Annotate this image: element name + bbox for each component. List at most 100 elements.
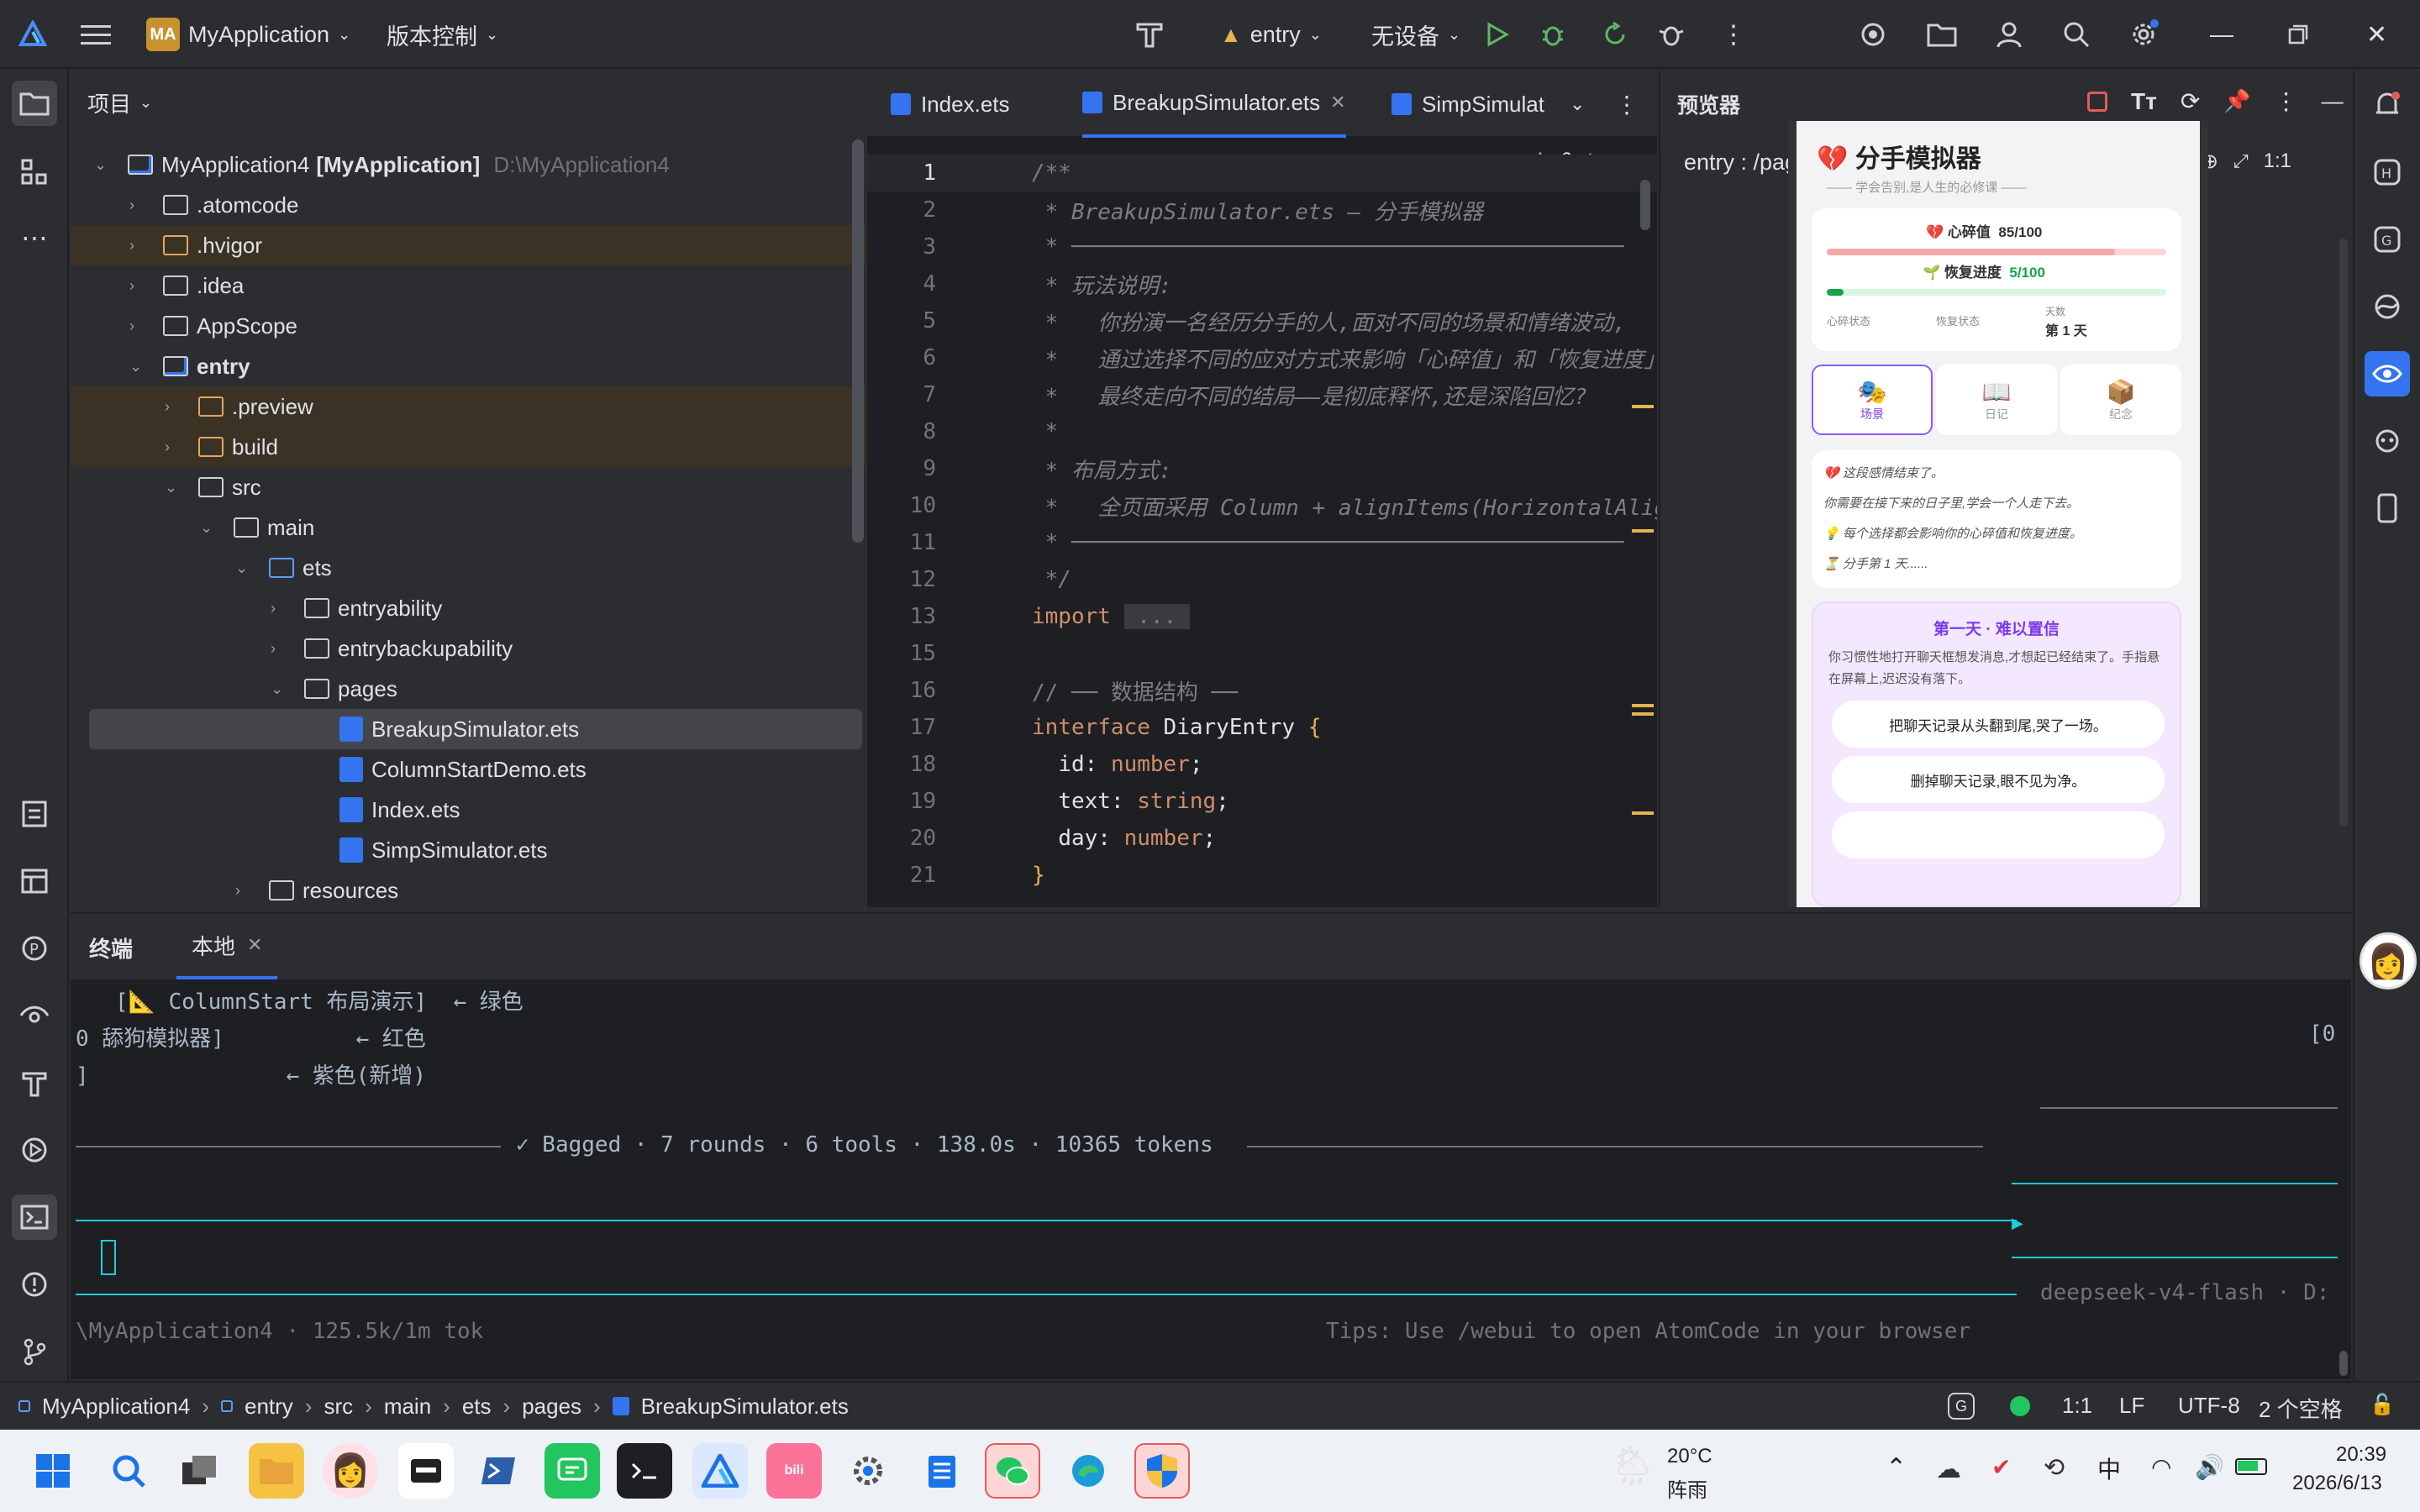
line-number[interactable]: 19 <box>867 789 943 814</box>
volume-icon[interactable]: 🔊 <box>2195 1453 2224 1481</box>
code-linter-eye-icon[interactable] <box>12 993 57 1038</box>
line-number[interactable]: 17 <box>867 715 943 740</box>
console-app-icon[interactable] <box>617 1443 672 1499</box>
line-number[interactable]: 3 <box>867 234 943 260</box>
problems-icon[interactable] <box>12 1262 57 1307</box>
cloud-sync-icon[interactable]: ☁ <box>1936 1455 1961 1484</box>
project-tool-folder-icon[interactable] <box>12 81 57 126</box>
clock-time[interactable]: 20:39 <box>2336 1443 2386 1467</box>
debug-icon[interactable] <box>1539 12 1566 57</box>
chat-app-icon[interactable] <box>544 1443 600 1499</box>
chevron-down-icon[interactable]: ⌄ <box>271 680 304 698</box>
chevron-right-icon[interactable]: › <box>129 197 163 214</box>
tab-scene[interactable]: 🎭 场景 <box>1812 365 1933 435</box>
ai-robot-icon[interactable] <box>2365 418 2410 464</box>
tree-item[interactable]: ⌄ main <box>71 507 865 548</box>
chevron-down-icon[interactable]: ⌄ <box>94 156 128 174</box>
choice-button-2[interactable]: 删掉聊天记录,眼不见为净。 <box>1832 756 2165 803</box>
tree-item[interactable]: ⌄ MyApplication4 [MyApplication] D:\MyAppl… <box>71 144 865 185</box>
zoom-ratio[interactable]: 1:1 <box>2264 150 2291 173</box>
tree-item[interactable]: SimpSimulator.ets <box>71 830 865 870</box>
line-number[interactable]: 6 <box>867 345 943 370</box>
weather-temp[interactable]: 20°C <box>1667 1445 1712 1468</box>
line-number[interactable]: 2 <box>867 197 943 223</box>
restore-icon[interactable] <box>2287 12 2309 57</box>
tree-item[interactable]: ⌄ src <box>71 467 865 507</box>
tab-index[interactable]: Index.ets <box>891 71 1010 138</box>
device-manager-phone-icon[interactable] <box>2365 486 2410 531</box>
line-number[interactable]: 11 <box>867 530 943 555</box>
line-number[interactable]: 7 <box>867 382 943 407</box>
more-icon[interactable]: ⋮ <box>2275 87 2298 115</box>
weather-desc[interactable]: 阵雨 <box>1667 1473 1707 1503</box>
tree-scrollbar[interactable] <box>852 139 864 543</box>
project-panel-header[interactable]: 项目 ⌄ <box>87 87 152 118</box>
project-switcher[interactable]: MA MyApplication ⌄ <box>146 12 350 57</box>
wifi-icon[interactable]: ◠ <box>2151 1453 2171 1481</box>
font-size-icon[interactable]: Tт <box>2131 88 2157 115</box>
settings-gear-icon[interactable] <box>840 1443 896 1499</box>
main-menu-icon[interactable] <box>81 12 111 57</box>
tree-item[interactable]: › AppScope <box>71 306 865 346</box>
tree-item[interactable]: › entryability <box>71 588 865 628</box>
tab-simp-simulator[interactable]: SimpSimulat <box>1392 71 1544 138</box>
close-tab-icon[interactable]: ✕ <box>1330 92 1345 113</box>
chevron-right-icon[interactable]: › <box>235 882 269 900</box>
pin-icon[interactable]: 📌 <box>2223 88 2250 114</box>
target-icon[interactable] <box>1859 12 1887 57</box>
terminal-icon[interactable] <box>12 1194 57 1240</box>
wechat-icon[interactable] <box>985 1443 1040 1499</box>
notepad-icon[interactable] <box>914 1443 970 1499</box>
run-config-selector[interactable]: ▲ entry ⌄ <box>1220 12 1322 57</box>
line-number[interactable]: 18 <box>867 752 943 777</box>
fullscreen-icon[interactable]: ⤢ <box>2233 150 2249 172</box>
tree-item[interactable]: ColumnStartDemo.ets <box>71 749 865 790</box>
chevron-up-icon[interactable]: ⌃ <box>1886 1453 1907 1483</box>
line-number[interactable]: 10 <box>867 493 943 518</box>
chevron-right-icon[interactable]: › <box>165 438 198 456</box>
device-preview-screen[interactable]: 💔 分手模拟器 —— 学会告别,是人生的必修课 —— 💔 心碎值 85/100 … <box>1788 121 2208 907</box>
task-view-icon[interactable] <box>171 1443 227 1499</box>
refresh-icon[interactable]: ⟳ <box>2181 87 2200 115</box>
terminal-scrollbar[interactable] <box>2339 1351 2348 1376</box>
terminal-input-cursor[interactable] <box>101 1240 116 1275</box>
status-ok-icon[interactable] <box>2010 1396 2030 1416</box>
app-logo-icon[interactable] <box>18 12 47 57</box>
assistant-avatar[interactable]: 👩 <box>2360 932 2417 990</box>
search-icon[interactable] <box>101 1443 156 1499</box>
indent-setting[interactable]: 2 个空格 <box>2259 1393 2343 1424</box>
line-number[interactable]: 15 <box>867 641 943 666</box>
tree-item[interactable]: › .preview <box>71 386 865 427</box>
avatar-app-icon[interactable]: 👩 <box>323 1443 378 1499</box>
weather-rain-icon[interactable]: 🌦 <box>1608 1443 1657 1489</box>
terminal-app-icon[interactable] <box>398 1443 454 1499</box>
clock-date[interactable]: 2026/6/13 <box>2292 1472 2382 1495</box>
tab-memorial[interactable]: 📦 纪念 <box>2060 365 2181 435</box>
line-number[interactable]: 12 <box>867 567 943 592</box>
tab-diary[interactable]: 📖 日记 <box>1936 365 2057 435</box>
codegenie-icon[interactable] <box>2365 284 2410 329</box>
chevron-down-icon[interactable]: ⌄ <box>129 358 163 375</box>
bilibili-icon[interactable]: bili <box>766 1443 822 1499</box>
line-number[interactable]: 9 <box>867 456 943 481</box>
choice-button-3[interactable] <box>1832 811 2165 858</box>
antivirus-icon[interactable]: ✔ <box>1991 1453 2011 1481</box>
stop-icon[interactable] <box>2087 91 2107 112</box>
line-number[interactable]: 5 <box>867 308 943 333</box>
line-number[interactable]: 20 <box>867 826 943 851</box>
tree-item[interactable]: ⌄ pages <box>71 669 865 709</box>
file-encoding[interactable]: UTF-8 <box>2178 1393 2240 1419</box>
tab-breakup-simulator[interactable]: BreakupSimulator.ets ✕ <box>1082 71 1346 138</box>
line-number[interactable]: 21 <box>867 863 943 888</box>
lock-icon[interactable]: 🔓 <box>2370 1393 2395 1417</box>
tree-item[interactable]: Index.ets <box>71 790 865 830</box>
minimize-icon[interactable]: — <box>2210 12 2233 57</box>
profiler-bug-icon[interactable] <box>1657 12 1686 57</box>
chevron-right-icon[interactable]: › <box>165 398 198 416</box>
code-area[interactable]: 1/** 2 * BreakupSimulator.ets — 分手模拟器 3 * … <box>867 155 1657 907</box>
tree-item[interactable]: BreakupSimulator.ets <box>89 709 862 749</box>
git-icon[interactable] <box>12 1329 57 1374</box>
harmony-h-icon[interactable]: H <box>2365 150 2410 195</box>
more-tools-icon[interactable]: ⋯ <box>12 215 57 260</box>
structure-icon[interactable] <box>12 150 57 195</box>
